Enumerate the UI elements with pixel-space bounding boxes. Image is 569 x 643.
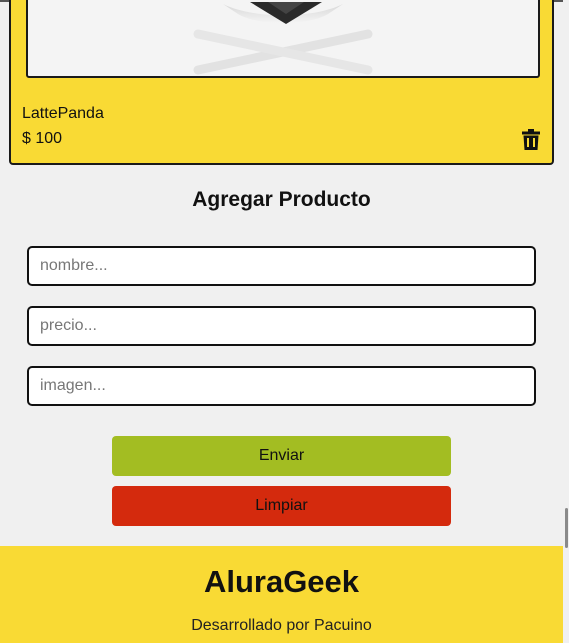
footer-brand: AluraGeek bbox=[203, 564, 360, 599]
product-name: LattePanda bbox=[22, 105, 104, 122]
image-url-input[interactable] bbox=[27, 366, 536, 406]
page: LattePanda $ 100 Agregar Producto Enviar… bbox=[0, 0, 569, 643]
product-image bbox=[26, 0, 540, 78]
trash-icon bbox=[522, 128, 540, 150]
vertical-scrollbar[interactable] bbox=[563, 0, 569, 643]
add-product-title: Agregar Producto bbox=[192, 188, 371, 211]
footer: AluraGeek Desarrollado por Pacuino bbox=[0, 546, 563, 643]
clear-button[interactable]: Limpiar bbox=[112, 486, 451, 526]
footer-credit: Desarrollado por Pacuino bbox=[191, 617, 372, 634]
product-price: $ 100 bbox=[22, 130, 63, 147]
product-photo-graphic bbox=[193, 2, 373, 75]
send-button[interactable]: Enviar bbox=[112, 436, 451, 476]
product-card: LattePanda $ 100 bbox=[9, 0, 554, 165]
name-input[interactable] bbox=[27, 246, 536, 286]
delete-product-button[interactable] bbox=[519, 126, 543, 152]
scrollbar-thumb[interactable] bbox=[565, 508, 568, 548]
price-input[interactable] bbox=[27, 306, 536, 346]
